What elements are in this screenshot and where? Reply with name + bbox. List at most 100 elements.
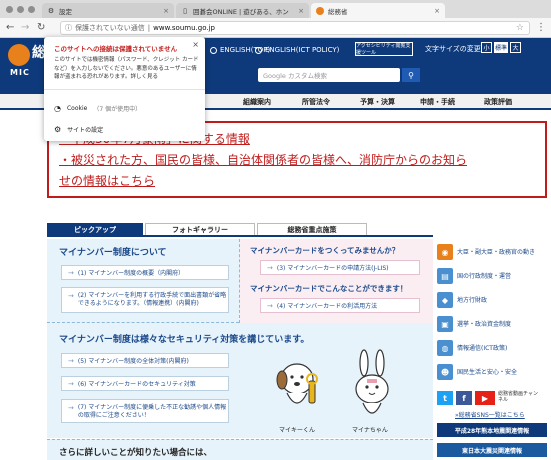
- english-ict-link[interactable]: ENGLISH(ICT POLICY): [255, 46, 339, 54]
- fontsize-small-button[interactable]: 小: [481, 42, 492, 53]
- url-text[interactable]: www.soumu.go.jp: [153, 24, 215, 32]
- tab-settings[interactable]: ⚙ 設定 ×: [42, 3, 174, 18]
- ballot-icon: ▣: [437, 316, 453, 332]
- browser-titlebar: ⚙ 設定 × ▯ 囲碁会ONLINE | 遊びある、ホン × 総務省 ×: [0, 0, 551, 18]
- maximize-window-button[interactable]: [28, 6, 35, 13]
- mynumber-link-5[interactable]: → (5) マイナンバー制度の全体対策(内閣府): [61, 353, 229, 368]
- arrow-right-icon: →: [267, 301, 273, 310]
- back-arrow-icon[interactable]: ←: [6, 22, 14, 34]
- close-window-button[interactable]: [6, 6, 13, 13]
- mynumber-link-3[interactable]: → (3) マイナンバーカードの申請方法(J-LIS): [260, 260, 420, 275]
- gnav-organization[interactable]: 組織案内: [243, 97, 271, 107]
- site-settings-row[interactable]: ⚙ サイトの設定: [54, 125, 103, 134]
- more-menu-icon[interactable]: ⋮: [536, 22, 546, 33]
- popup-divider: [44, 89, 205, 90]
- mynumber-about-panel: マイナンバー制度について → (1) マイナンバー制度の概要（内閣府） → (2…: [47, 239, 239, 323]
- more-info-panel: さらに詳しいことが知りたい場合には、: [47, 439, 433, 460]
- cookie-icon: ◔: [54, 104, 61, 113]
- tab-key-policies[interactable]: 総務省重点施策: [257, 223, 367, 235]
- radio-dot-icon: [255, 46, 262, 54]
- close-tab-icon[interactable]: ×: [434, 7, 440, 15]
- cookie-row[interactable]: ◔ Cookie （7 個が使用中）: [54, 104, 141, 113]
- globe-icon: ◍: [437, 340, 453, 356]
- popup-title: このサイトへの接続は保護されていません: [54, 45, 178, 53]
- building-icon: ▤: [437, 268, 453, 284]
- content-tabs: ピックアップ フォトギャラリー 総務省重点施策: [47, 223, 433, 235]
- close-icon[interactable]: ×: [192, 40, 199, 49]
- radio-dot-icon: [210, 46, 217, 54]
- security-heading: マイナンバー制度は様々なセキュリティ対策を講じています。: [59, 335, 310, 345]
- soumu-logo-icon[interactable]: [8, 44, 30, 66]
- close-tab-icon[interactable]: ×: [298, 7, 304, 15]
- site-logo-mic[interactable]: MIC: [10, 68, 30, 77]
- sidebar-item-election[interactable]: ▣ 選挙・政治資金制度: [437, 313, 547, 335]
- twitter-icon[interactable]: t: [437, 391, 453, 405]
- accessibility-tool-button[interactable]: アクセシビリティ閲覧支援ツール: [355, 42, 413, 56]
- tab-soumu[interactable]: 総務省 ×: [311, 3, 445, 18]
- camera-icon: ◉: [437, 244, 453, 260]
- document-icon: ▯: [183, 6, 187, 15]
- card-question-heading: マイナンバーカードをつくってみませんか？: [250, 246, 400, 255]
- mynumber-link-4[interactable]: → (4) マイナンバーカードの利活用方法: [260, 298, 420, 313]
- map-icon: ◆: [437, 292, 453, 308]
- fontsize-large-button[interactable]: 大: [510, 42, 521, 53]
- card-capabilities-heading: マイナンバーカードでこんなことができます！: [250, 284, 408, 293]
- gnav-applications[interactable]: 申請・手続: [420, 97, 455, 107]
- arrow-right-icon: →: [68, 379, 74, 388]
- sidebar-item-minister[interactable]: ◉ 大臣・副大臣・政務官の動き: [437, 241, 547, 263]
- arrow-right-icon: →: [68, 404, 74, 412]
- mynumber-security-panel: マイナンバー制度は様々なセキュリティ対策を講じています。 → (5) マイナンバ…: [47, 323, 433, 438]
- tab-photo-gallery[interactable]: フォトギャラリー: [145, 223, 255, 235]
- sidebar-item-local-finance[interactable]: ◆ 地方行財政: [437, 289, 547, 311]
- youtube-channel-label[interactable]: 総務省動画チャンネル: [498, 391, 542, 405]
- right-sidebar: ◉ 大臣・副大臣・政務官の動き ▤ 国の行政制度・運営 ◆ 地方行財政 ▣ 選挙…: [437, 221, 547, 460]
- sidebar-item-ict[interactable]: ◍ 情報通信(ICT政策): [437, 337, 547, 359]
- gear-icon: ⚙: [54, 125, 62, 134]
- arrow-right-icon: →: [68, 292, 74, 300]
- mascot-label-left: マイキーくん: [279, 427, 316, 434]
- security-status[interactable]: 保護されていない通信: [75, 23, 145, 33]
- tab-pickup[interactable]: ピックアップ: [47, 223, 143, 235]
- myna-mascot-icon: [355, 349, 389, 414]
- sidebar-item-administration[interactable]: ▤ 国の行政制度・運営: [437, 265, 547, 287]
- omnibox[interactable]: ⓘ 保護されていない通信 | www.soumu.go.jp ☆: [60, 21, 530, 35]
- fontsize-standard-button[interactable]: 標準: [494, 42, 508, 53]
- close-tab-icon[interactable]: ×: [163, 7, 169, 15]
- search-button[interactable]: ⚲: [402, 68, 420, 82]
- gear-icon: ⚙: [47, 6, 55, 15]
- alert-link-fdma-cont[interactable]: せの情報はこちら: [59, 171, 535, 192]
- tab-igo-online[interactable]: ▯ 囲碁会ONLINE | 遊びある、ホン ×: [176, 3, 309, 18]
- site-security-popup: このサイトへの接続は保護されていません × このサイトでは機密情報（パスワード、…: [44, 37, 205, 141]
- info-icon[interactable]: ⓘ: [65, 23, 72, 33]
- more-info-heading: さらに詳しいことが知りたい場合には、: [59, 448, 213, 458]
- mikey-mascot-icon: [276, 363, 318, 404]
- bookmark-star-icon[interactable]: ☆: [516, 23, 524, 33]
- gnav-laws[interactable]: 所管法令: [302, 97, 330, 107]
- reload-icon[interactable]: ↻: [37, 22, 45, 34]
- arrow-right-icon: →: [68, 356, 74, 365]
- sns-list-link[interactable]: »総務省SNS一覧はこちら: [455, 410, 525, 419]
- mynumber-link-2[interactable]: → (2) マイナンバーを利用する行政手続で面出書類が省略できるようになります。…: [61, 287, 229, 313]
- search-input[interactable]: Google カスタム検索: [258, 68, 400, 82]
- sidebar-item-safety[interactable]: ☻ 国民生活と安心・安全: [437, 361, 547, 383]
- arrow-right-icon: →: [267, 263, 273, 272]
- gnav-policy-evaluation[interactable]: 政策評価: [484, 97, 512, 107]
- mynumber-banner: マイナンバー制度について → (1) マイナンバー制度の概要（内閣府） → (2…: [47, 235, 433, 460]
- alert-link-fdma[interactable]: ・被災された方、国民の皆様、自治体関係者の皆様へ、消防庁からのお知ら: [59, 150, 535, 171]
- popup-body: このサイトでは機密情報（パスワード、クレジット カードなど）を入力しないでくださ…: [54, 57, 199, 80]
- fontsize-label: 文字サイズの変更: [425, 45, 481, 53]
- tohoku-banner[interactable]: 東日本大震災関連情報: [437, 443, 547, 457]
- gnav-budget[interactable]: 予算・決算: [360, 97, 395, 107]
- kumamoto-banner[interactable]: 平成28年熊本地震関連情報: [437, 423, 547, 437]
- mascot-label-right: マイナちゃん: [352, 427, 388, 434]
- youtube-icon[interactable]: ▶: [475, 391, 495, 405]
- minimize-window-button[interactable]: [17, 6, 24, 13]
- mynumber-link-1[interactable]: → (1) マイナンバー制度の概要（内閣府）: [61, 265, 229, 280]
- arrow-right-icon: →: [68, 268, 74, 277]
- social-icons: t f ▶ 総務省動画チャンネル: [437, 391, 542, 405]
- mynumber-card-panel: マイナンバーカードをつくってみませんか？ → (3) マイナンバーカードの申請方…: [239, 239, 433, 323]
- mynumber-link-7[interactable]: → (7) マイナンバー制度に便乗した不正な勧誘や個人情報の取得にご注意ください…: [61, 399, 229, 423]
- mynumber-link-6[interactable]: → (6) マイナンバーカードのセキュリティ対策: [61, 376, 229, 391]
- forward-arrow-icon[interactable]: →: [21, 22, 29, 34]
- facebook-icon[interactable]: f: [456, 391, 472, 405]
